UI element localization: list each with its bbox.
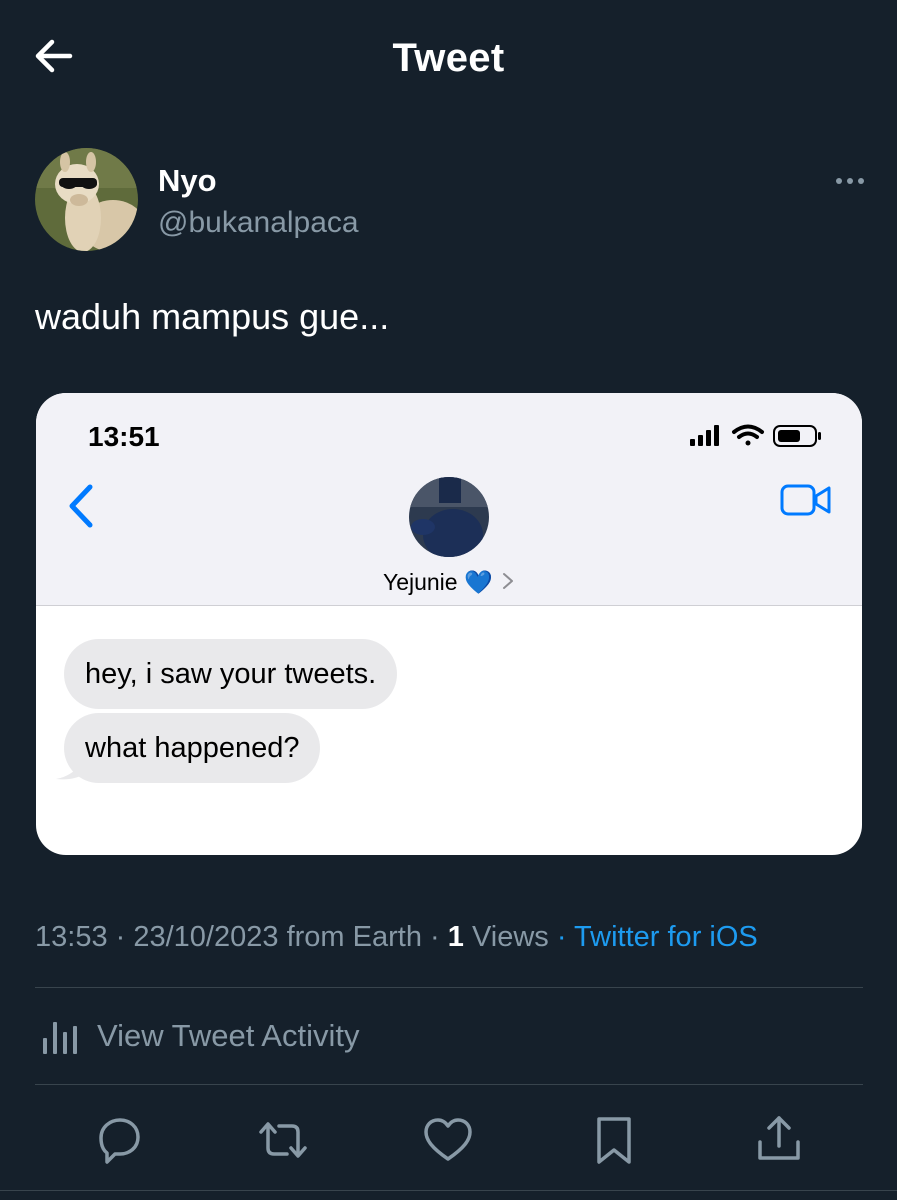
divider: [0, 1190, 897, 1191]
more-options-button[interactable]: [830, 170, 870, 192]
message-bubble-tail: [56, 753, 86, 780]
battery-icon: [773, 425, 821, 447]
tweet-date: 23/10/2023: [133, 921, 279, 953]
contact-avatar: [409, 477, 489, 557]
video-camera-icon: [780, 483, 832, 517]
author-display-name[interactable]: Nyo: [158, 163, 217, 199]
tweet-time: 13:53: [35, 921, 108, 953]
share-icon: [758, 1116, 800, 1160]
reply-button[interactable]: [91, 1112, 147, 1168]
page-title: Tweet: [392, 36, 505, 80]
view-tweet-activity-label: View Tweet Activity: [97, 1018, 360, 1053]
bar-chart-icon: [43, 1022, 77, 1054]
tweet-source-link[interactable]: Twitter for iOS: [574, 921, 758, 953]
message-bubble: what happened?: [64, 713, 321, 783]
retweet-icon: [259, 1122, 307, 1158]
share-button[interactable]: [751, 1112, 807, 1168]
view-tweet-activity-button[interactable]: View Tweet Activity: [40, 1012, 440, 1064]
divider: [35, 987, 863, 988]
signal-icon: [690, 425, 719, 446]
message-bubble: hey, i saw your tweets.: [64, 639, 398, 709]
more-horizontal-icon: [836, 178, 864, 184]
chevron-left-icon: [64, 483, 98, 529]
wifi-icon: [732, 424, 764, 446]
bookmark-icon: [597, 1117, 631, 1164]
author-handle[interactable]: @bukanalpaca: [158, 206, 359, 240]
like-button[interactable]: [420, 1112, 476, 1168]
views-label: Views: [471, 921, 549, 953]
alpaca-avatar-image: [35, 148, 138, 251]
avatar[interactable]: [35, 148, 138, 251]
retweet-button[interactable]: [255, 1112, 311, 1168]
tweet-location: from Earth: [286, 921, 422, 953]
ios-status-bar-icons: [688, 421, 828, 451]
like-icon: [424, 1118, 472, 1161]
tweet-metadata: 13:53 · 23/10/2023 from Earth · 1 Views …: [35, 921, 758, 953]
contact-name: Yejunie 💙: [36, 569, 862, 596]
ios-status-time: 13:51: [88, 421, 160, 452]
divider: [35, 1084, 863, 1085]
views-count: 1: [447, 921, 464, 953]
reply-icon: [99, 1118, 140, 1164]
bookmark-button[interactable]: [586, 1112, 642, 1168]
tweet-text: waduh mampus gue...: [35, 296, 390, 337]
tweet-media-image[interactable]: 13:51 Yejunie 💙 hey, i saw your tweets. …: [36, 393, 862, 855]
chevron-right-icon: [503, 573, 514, 589]
